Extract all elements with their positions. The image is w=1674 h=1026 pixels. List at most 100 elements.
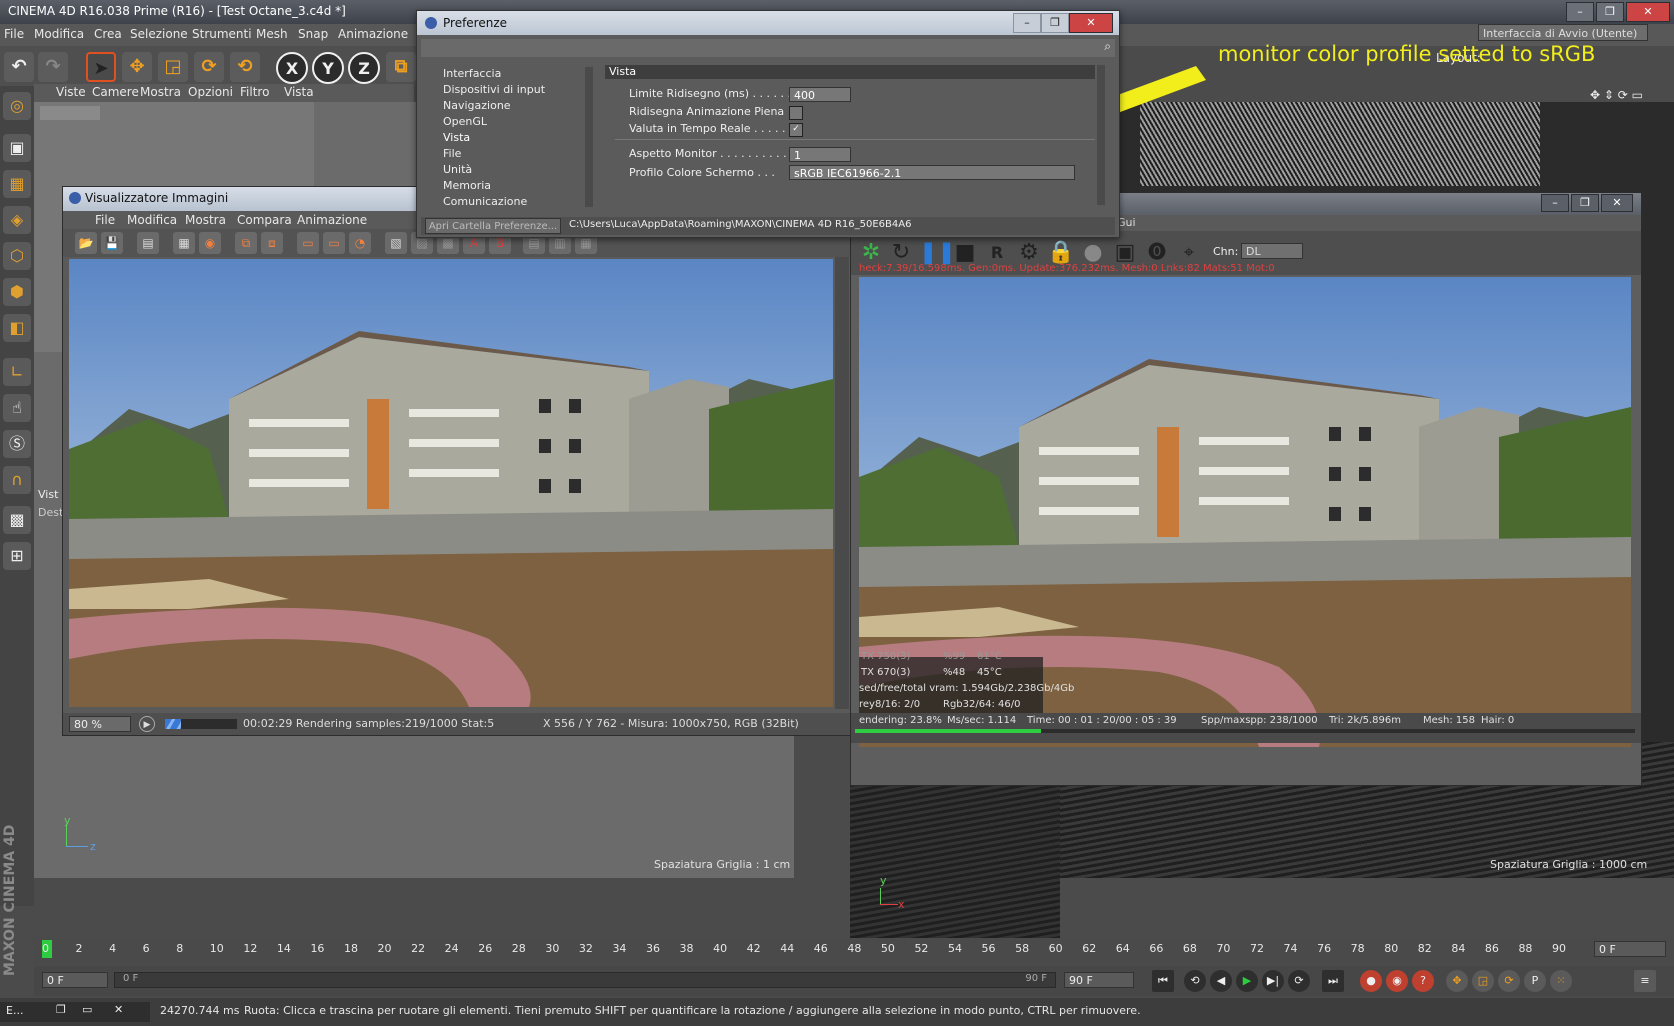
minimize-button[interactable]: – bbox=[1566, 2, 1594, 22]
tree-item-vista[interactable]: Vista bbox=[443, 131, 470, 144]
render-queue-icon[interactable]: ▦ bbox=[173, 232, 195, 254]
key-position-icon[interactable]: ✥ bbox=[1446, 970, 1468, 992]
move-tool-icon[interactable]: ✥ bbox=[122, 52, 152, 82]
octane-render-image[interactable] bbox=[859, 277, 1631, 747]
tree-item-unita[interactable]: Unità bbox=[443, 163, 472, 176]
key-pla-icon[interactable]: ⁙ bbox=[1550, 970, 1572, 992]
scale-tool-icon[interactable]: ◲ bbox=[158, 52, 188, 82]
restore-button[interactable]: ❐ bbox=[1596, 2, 1624, 22]
close-button[interactable]: ✕ bbox=[1626, 2, 1670, 22]
tree-item-file[interactable]: File bbox=[443, 147, 461, 160]
oct-restore-button[interactable]: ❐ bbox=[1571, 194, 1599, 212]
menu-animazione[interactable]: Animazione bbox=[338, 27, 408, 41]
model-mode-icon[interactable]: ▣ bbox=[3, 134, 31, 162]
copy-icon[interactable]: ⧉ bbox=[235, 232, 257, 254]
axis-mode-icon[interactable]: ∟ bbox=[3, 358, 31, 386]
frame-a-icon[interactable]: ▭ bbox=[297, 232, 319, 254]
taskbar-item[interactable]: E... ❐ ▭ ✕ bbox=[0, 1002, 150, 1022]
user-icon[interactable]: ◉ bbox=[199, 232, 221, 254]
limite-ridisegno-field[interactable]: 400 bbox=[789, 87, 851, 102]
tree-item-memoria[interactable]: Memoria bbox=[443, 179, 491, 192]
view-nav-icons[interactable]: ✥ ⇕ ⟳ ▭ bbox=[1590, 88, 1674, 102]
current-frame-field[interactable]: 0 F bbox=[1594, 941, 1666, 957]
side-tab-dest[interactable]: Dest bbox=[38, 506, 63, 519]
zoom-select[interactable]: 80 % bbox=[69, 716, 131, 732]
tweak-mode-icon[interactable]: ☝ bbox=[3, 394, 31, 422]
frame-b-icon[interactable]: ▭ bbox=[323, 232, 345, 254]
pref-restore-button[interactable]: ❐ bbox=[1041, 13, 1069, 33]
go-to-end-icon[interactable]: ⏭ bbox=[1322, 970, 1344, 992]
tree-item-navigazione[interactable]: Navigazione bbox=[443, 99, 511, 112]
tree-item-interfaccia[interactable]: Interfaccia bbox=[443, 67, 501, 80]
rotate-tool-icon[interactable]: ⟳ bbox=[194, 52, 224, 82]
range-slider[interactable]: 0 F 90 F bbox=[114, 972, 1056, 988]
vp-menu-filtro[interactable]: Filtro bbox=[240, 85, 269, 99]
select-tool-icon[interactable]: ➤ bbox=[86, 52, 116, 82]
oct-minimize-button[interactable]: – bbox=[1541, 194, 1569, 212]
frame-compare-icon[interactable]: ◔ bbox=[349, 232, 371, 254]
iv-scrollbar[interactable] bbox=[835, 257, 849, 709]
record-icon[interactable]: ● bbox=[1360, 970, 1382, 992]
panel-scrollbar[interactable] bbox=[1097, 65, 1105, 205]
x-axis-lock-button[interactable]: X bbox=[276, 52, 308, 84]
tree-scrollbar[interactable] bbox=[585, 67, 593, 207]
menu-modifica[interactable]: Modifica bbox=[34, 27, 84, 41]
key-rotation-icon[interactable]: ⟳ bbox=[1498, 970, 1520, 992]
tree-item-opengl[interactable]: OpenGL bbox=[443, 115, 487, 128]
taskbar-restore-icon[interactable]: ❐ bbox=[56, 1003, 66, 1016]
ridisegna-checkbox[interactable] bbox=[789, 106, 803, 120]
rendered-image[interactable] bbox=[69, 259, 833, 707]
side-tab-view[interactable]: Vist bbox=[38, 488, 58, 501]
sphere-mode-icon[interactable]: ◎ bbox=[3, 92, 31, 120]
channel-select[interactable]: DL bbox=[1241, 243, 1303, 259]
texture-mode-icon[interactable]: ▦ bbox=[3, 170, 31, 198]
tree-item-comunicazione[interactable]: Comunicazione bbox=[443, 195, 527, 208]
play-icon[interactable]: ▶ bbox=[139, 716, 155, 732]
menu-strumenti[interactable]: Strumenti bbox=[192, 27, 252, 41]
tree-item-dispositivi[interactable]: Dispositivi di input bbox=[443, 83, 545, 96]
vp-menu-mostra[interactable]: Mostra bbox=[140, 85, 181, 99]
iv-menu-compara[interactable]: Compara bbox=[237, 213, 292, 227]
key-scale-icon[interactable]: ◲ bbox=[1472, 970, 1494, 992]
preferences-titlebar[interactable]: Preferenze – ❐ ✕ bbox=[417, 11, 1119, 35]
autokey-icon[interactable]: ◉ bbox=[1386, 970, 1408, 992]
recent-tool-icon[interactable]: ⟲ bbox=[230, 52, 260, 82]
film-icon[interactable]: ▤ bbox=[137, 232, 159, 254]
pref-minimize-button[interactable]: – bbox=[1013, 13, 1041, 33]
edges-mode-icon[interactable]: ⬢ bbox=[3, 278, 31, 306]
iv-menu-modifica[interactable]: Modifica bbox=[127, 213, 177, 227]
vp-menu-opzioni[interactable]: Opzioni bbox=[188, 85, 233, 99]
keyframe-selection-icon[interactable]: ? bbox=[1412, 970, 1434, 992]
snap-icon[interactable]: Ⓢ bbox=[3, 430, 31, 458]
compare-icon[interactable]: ▧ bbox=[385, 232, 407, 254]
taskbar-maximize-icon[interactable]: ▭ bbox=[82, 1003, 92, 1016]
polygons-mode-icon[interactable]: ◧ bbox=[3, 314, 31, 342]
valuta-checkbox[interactable]: ✓ bbox=[789, 123, 803, 137]
next-frame-icon[interactable]: ▶| bbox=[1262, 970, 1284, 992]
magnet-icon[interactable]: ∩ bbox=[3, 466, 31, 494]
lock-workplane-icon[interactable]: ▩ bbox=[3, 506, 31, 534]
menu-selezione[interactable]: Selezione bbox=[130, 27, 188, 41]
iv-menu-animazione[interactable]: Animazione bbox=[297, 213, 367, 227]
start-frame-field[interactable]: 0 F bbox=[42, 972, 108, 988]
iv-menu-mostra[interactable]: Mostra bbox=[185, 213, 226, 227]
points-mode-icon[interactable]: ⬡ bbox=[3, 242, 31, 270]
menu-file[interactable]: File bbox=[4, 27, 24, 41]
redo-icon[interactable]: ↷ bbox=[38, 52, 68, 82]
search-icon[interactable]: ⌕ bbox=[1104, 39, 1111, 54]
menu-mesh[interactable]: Mesh bbox=[256, 27, 288, 41]
undo-icon[interactable]: ↶ bbox=[4, 52, 34, 82]
taskbar-close-icon[interactable]: ✕ bbox=[114, 1003, 123, 1016]
aspetto-monitor-field[interactable]: 1 bbox=[789, 147, 851, 162]
next-key-icon[interactable]: ⟳ bbox=[1288, 970, 1310, 992]
play-forward-icon[interactable]: ▶ bbox=[1236, 970, 1258, 992]
iv-menu-file[interactable]: File bbox=[95, 213, 115, 227]
go-to-start-icon[interactable]: ⏮ bbox=[1152, 970, 1174, 992]
menu-crea[interactable]: Crea bbox=[94, 27, 122, 41]
layout-select[interactable]: Interfaccia di Avvio (Utente) bbox=[1478, 24, 1648, 41]
vp-menu-camere[interactable]: Camere bbox=[92, 85, 139, 99]
vp-menu-viste[interactable]: Viste bbox=[56, 85, 86, 99]
workplane-icon[interactable]: ◈ bbox=[3, 206, 31, 234]
preferences-searchbar[interactable]: ⌕ bbox=[421, 39, 1115, 57]
previous-frame-icon[interactable]: ◀ bbox=[1210, 970, 1232, 992]
